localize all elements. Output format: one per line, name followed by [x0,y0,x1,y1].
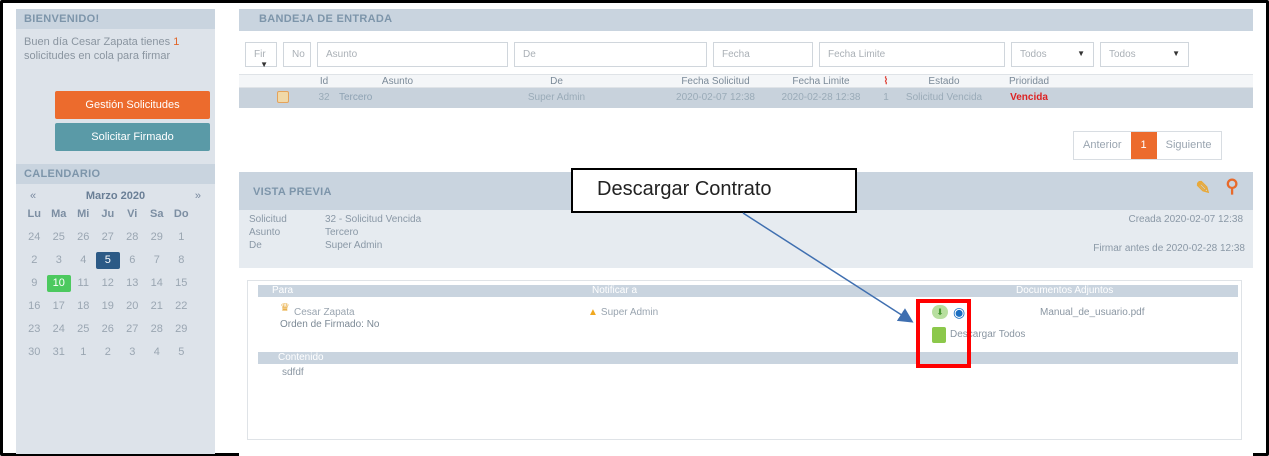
callout-arrow [742,212,914,323]
